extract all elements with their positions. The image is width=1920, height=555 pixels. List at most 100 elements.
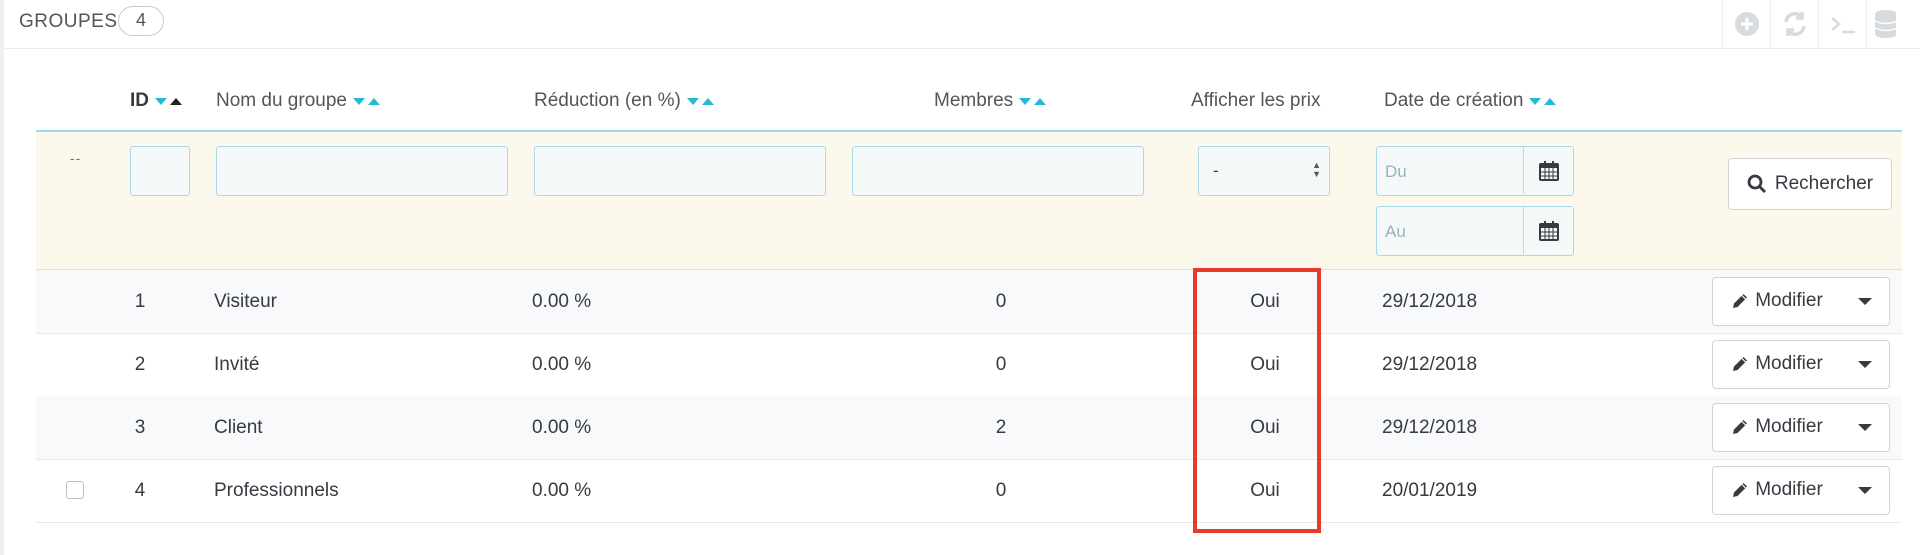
caret-down-icon [1858,297,1872,305]
cell-members: 0 [995,354,1007,375]
cell-reduction: 0.00 % [532,480,592,501]
row-checkbox[interactable] [66,481,84,499]
edit-button[interactable]: Modifier [1713,404,1841,450]
add-new-button[interactable] [1722,0,1770,48]
sort-asc-icon[interactable] [1544,97,1557,105]
panel-title: Groupes [19,11,118,32]
refresh-icon [1783,11,1806,37]
cell-date: 20/01/2019 [1382,480,1478,501]
column-header-reduction[interactable]: Réduction (en %) [534,90,714,112]
group-count-badge: 4 [118,6,164,36]
edit-dropdown-toggle[interactable] [1841,341,1889,387]
sort-desc-icon[interactable] [352,97,365,105]
filter-date-to[interactable]: Au [1376,206,1574,256]
filter-members-input[interactable] [852,146,1144,196]
sort-asc-icon[interactable] [701,97,714,105]
pencil-icon [1733,420,1748,434]
column-header-show-prices: Afficher les prix [1191,90,1321,111]
cell-id: 4 [134,480,146,501]
cell-date: 29/12/2018 [1382,417,1478,438]
cell-date: 29/12/2018 [1382,291,1478,312]
cell-name: Invité [214,354,260,375]
column-header-id[interactable]: ID [130,90,182,112]
caret-down-icon [1858,423,1872,431]
add-new-icon [1734,12,1759,36]
pencil-icon [1733,483,1748,497]
bulk-action-marker: -- [70,150,82,166]
export-database-icon [1874,10,1896,38]
edit-button-group: Modifier [1712,403,1890,452]
cell-name: Client [214,417,263,438]
cell-date: 29/12/2018 [1382,354,1478,375]
cell-name: Professionnels [214,480,339,501]
filter-id-input[interactable] [130,146,190,196]
sort-asc-icon[interactable] [367,97,380,105]
cell-reduction: 0.00 % [532,354,592,375]
column-header-date[interactable]: Date de création [1384,90,1557,112]
sort-desc-icon[interactable] [1529,97,1542,105]
panel-toolbar [1722,0,1896,48]
cell-show-prices: Oui [1250,291,1280,312]
select-arrows-icon: ▲ ▼ [1312,160,1321,179]
refresh-button[interactable] [1770,0,1818,48]
sort-controls [1529,97,1557,105]
table-row[interactable]: 3 Client 0.00 % 2 Oui 29/12/2018 Modifier [36,396,1902,460]
cell-id: 1 [134,291,146,312]
cell-members: 0 [995,480,1007,501]
search-button[interactable]: Rechercher [1728,158,1892,210]
edit-button[interactable]: Modifier [1713,341,1841,387]
calendar-button[interactable] [1523,207,1573,254]
sort-asc-icon[interactable] [1034,97,1047,105]
table-row[interactable]: 4 Professionnels 0.00 % 0 Oui 20/01/2019 Modif… [36,459,1902,523]
table-row[interactable]: 1 Visiteur 0.00 % 0 Oui 29/12/2018 Modifier [36,270,1902,334]
filter-row: -- - ▲ ▼ Du Au Rechercher [36,132,1902,270]
filter-name-input[interactable] [216,146,508,196]
edit-button[interactable]: Modifier [1713,467,1841,513]
filter-show-prices-select[interactable]: - ▲ ▼ [1198,146,1330,196]
filter-reduction-input[interactable] [534,146,826,196]
caret-down-icon [1858,360,1872,368]
cell-reduction: 0.00 % [532,417,592,438]
edit-dropdown-toggle[interactable] [1841,278,1889,324]
export-database-button[interactable] [1866,0,1896,48]
sort-asc-icon[interactable] [170,97,182,105]
sql-query-icon [1830,17,1855,34]
cell-members: 0 [995,291,1007,312]
sort-desc-icon[interactable] [686,97,699,105]
calendar-button[interactable] [1523,147,1573,194]
panel-left-border [0,0,4,555]
cell-id: 2 [134,354,146,375]
sort-desc-icon[interactable] [1019,97,1032,105]
edit-button[interactable]: Modifier [1713,278,1841,324]
pencil-icon [1733,294,1748,308]
edit-button-group: Modifier [1712,340,1890,389]
sort-controls [686,97,714,105]
edit-button-group: Modifier [1712,466,1890,515]
pencil-icon [1733,357,1748,371]
edit-dropdown-toggle[interactable] [1841,404,1889,450]
caret-down-icon [1858,486,1872,494]
edit-button-group: Modifier [1712,277,1890,326]
edit-dropdown-toggle[interactable] [1841,467,1889,513]
column-header-name[interactable]: Nom du groupe [216,90,380,112]
panel-heading: Groupes 4 [4,0,1920,49]
sql-query-button[interactable] [1818,0,1866,48]
cell-id: 3 [134,417,146,438]
table-row[interactable]: 2 Invité 0.00 % 0 Oui 29/12/2018 Modifier [36,333,1902,397]
sort-controls [1019,97,1047,105]
column-header-members[interactable]: Membres [934,90,1047,112]
table-header: ID Nom du groupe Réduction (en %) Membre… [36,60,1902,132]
filter-date-from[interactable]: Du [1376,146,1574,196]
calendar-icon [1538,160,1559,181]
sort-controls [352,97,380,105]
calendar-icon [1538,220,1559,241]
cell-show-prices: Oui [1250,480,1280,501]
cell-show-prices: Oui [1250,354,1280,375]
search-icon [1747,174,1766,193]
cell-name: Visiteur [214,291,278,312]
sort-desc-icon[interactable] [155,97,167,105]
cell-show-prices: Oui [1250,417,1280,438]
sort-controls [155,97,182,105]
cell-members: 2 [995,417,1007,438]
cell-reduction: 0.00 % [532,291,592,312]
